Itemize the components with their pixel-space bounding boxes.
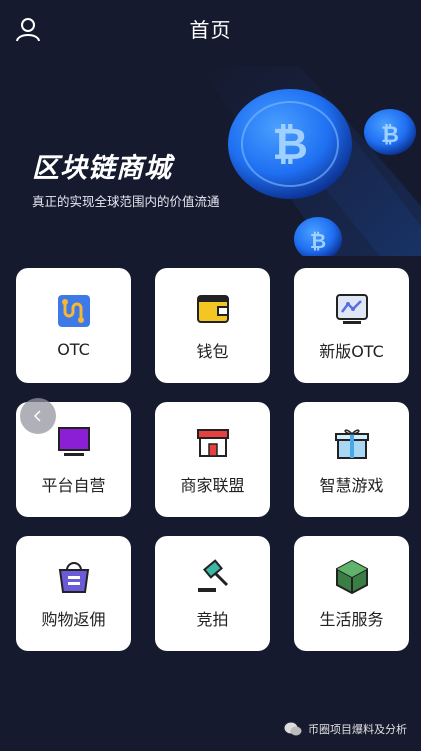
merchant-alliance-card[interactable]: 商家联盟: [155, 402, 270, 517]
tv-monitor-icon: [57, 426, 90, 456]
auction-card[interactable]: 竞拍: [155, 536, 270, 651]
watermark-text: 币圈项目爆料及分析: [308, 723, 407, 736]
chart-monitor-icon: [335, 293, 368, 324]
page-title: 首页: [189, 17, 232, 42]
smart-games-label: 智慧游戏: [319, 475, 384, 495]
wallet-card[interactable]: 钱包: [155, 268, 270, 383]
hero-title: 区块链商城: [32, 153, 172, 184]
hero-subtitle: 真正的实现全球范围内的价值流通: [32, 194, 220, 209]
life-services-label: 生活服务: [319, 609, 384, 629]
puzzle-route-icon: [57, 295, 90, 327]
smart-games-card[interactable]: 智慧游戏: [294, 402, 409, 517]
feature-grid: OTC 钱包 新版OTC 平台自营 商家联盟 智慧游戏 购物返佣 竞拍 生活服务: [16, 268, 409, 651]
wallet-label: 钱包: [196, 341, 229, 361]
gift-box-icon: [334, 428, 369, 459]
shopping-rebate-card[interactable]: 购物返佣: [16, 536, 131, 651]
shopping-rebate-label: 购物返佣: [41, 609, 106, 629]
shopping-bag-icon: [58, 561, 89, 593]
svg-text:₿: ₿: [310, 229, 326, 253]
user-profile-icon[interactable]: [15, 16, 41, 42]
new-otc-card[interactable]: 新版OTC: [294, 268, 409, 383]
merchant-alliance-label: 商家联盟: [180, 475, 245, 495]
auction-hammer-icon: [197, 558, 228, 592]
svg-text:₿: ₿: [272, 119, 308, 170]
wechat-icon: [284, 722, 302, 736]
svg-text:₿: ₿: [381, 123, 399, 148]
life-services-card[interactable]: 生活服务: [294, 536, 409, 651]
self-operated-label: 平台自营: [41, 475, 106, 495]
hero-banner: ₿ ₿ ₿ 区块链商城 真正的实现全球范围内的价值流通: [0, 56, 421, 256]
storefront-icon: [196, 428, 229, 457]
back-button[interactable]: [20, 398, 56, 434]
chevron-left-icon: [33, 410, 41, 422]
app-header: 首页: [0, 0, 421, 56]
package-box-icon: [335, 559, 368, 594]
watermark: 币圈项目爆料及分析: [284, 721, 407, 737]
wallet-icon: [196, 294, 229, 323]
otc-label: OTC: [57, 340, 90, 359]
otc-card[interactable]: OTC: [16, 268, 131, 383]
auction-label: 竞拍: [196, 609, 229, 629]
new-otc-label: 新版OTC: [319, 341, 384, 361]
